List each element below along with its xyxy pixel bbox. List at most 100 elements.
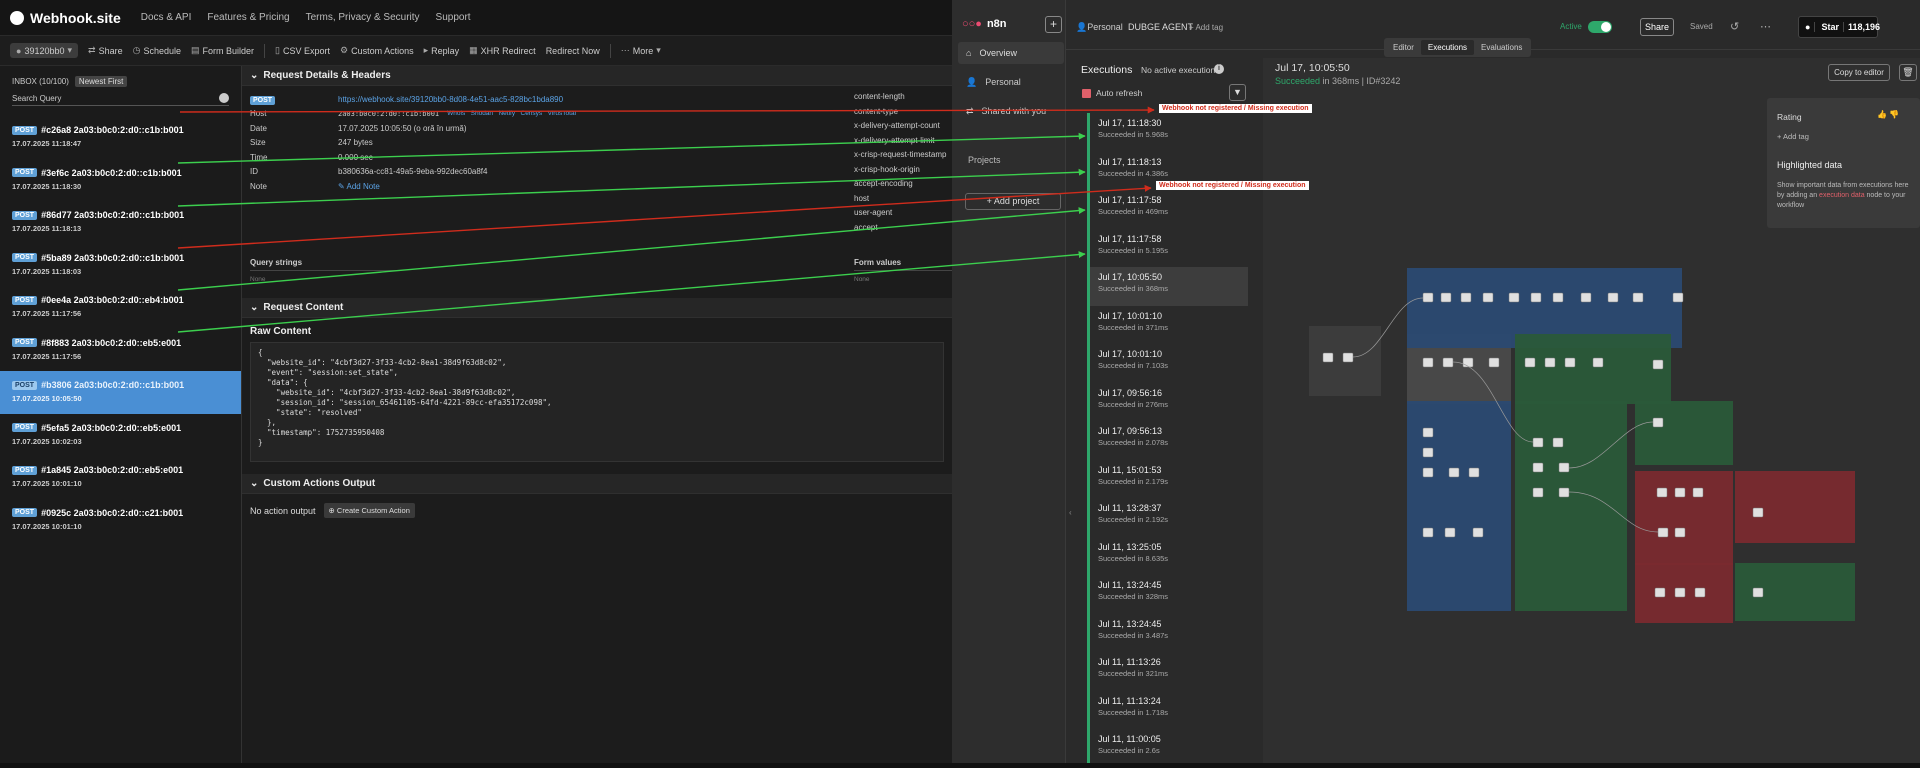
workflow-node (1444, 527, 1456, 538)
share-workflow-button[interactable]: Share (1640, 18, 1674, 36)
n8n-logo[interactable]: ○○● n8n (962, 18, 1007, 30)
workflow-node (1532, 437, 1544, 448)
create-custom-action-button[interactable]: ⊕ Create Custom Action (323, 503, 415, 518)
redirect-now-button[interactable]: Redirect Now (546, 46, 600, 56)
collapse-sidebar-icon[interactable]: ‹ (1069, 508, 1072, 517)
request-id: #b3806 2a03:b0c0:2:d0::c1b:b001 (41, 380, 185, 390)
share-button[interactable]: ⇄ Share (88, 45, 123, 56)
execution-item[interactable]: Jul 17, 11:17:58 Succeeded in 469ms (1090, 190, 1247, 229)
filter-icon[interactable]: ▼ (1229, 84, 1246, 101)
breadcrumb-owner[interactable]: 👤Personal (1076, 22, 1123, 33)
tab-editor[interactable]: Editor (1386, 40, 1421, 55)
github-star-button[interactable]: ● Star 118,196 (1798, 16, 1880, 38)
execution-item-status: Succeeded in 5.195s (1098, 245, 1169, 255)
execution-item[interactable]: Jul 11, 13:28:37 Succeeded in 2.192s (1090, 498, 1247, 537)
more-icon: ⋯ (620, 45, 630, 55)
host-key: Host (250, 109, 267, 119)
nav-terms[interactable]: Terms, Privacy & Security (306, 12, 420, 23)
request-list-item[interactable]: POST #0ee4a 2a03:b0c0:2:d0::eb4:b001 17.07… (0, 286, 241, 329)
help-icon[interactable]: ? (219, 93, 229, 103)
execution-canvas[interactable]: Jul 17, 10:05:50 Succeeded in 368ms | ID… (1263, 58, 1920, 763)
host-lookup-links[interactable]: Whois Shodan Netify Censys VirusTotal (447, 110, 576, 117)
request-list-item[interactable]: POST #5ba89 2a03:b0c0:2:d0::c1b:b001 17.07… (0, 244, 241, 287)
info-icon[interactable]: i (1214, 64, 1224, 74)
execution-item[interactable]: Jul 17, 11:17:58 Succeeded in 5.195s (1090, 229, 1247, 268)
execution-item[interactable]: Jul 17, 10:05:50 Succeeded in 368ms (1090, 267, 1248, 306)
token-selector[interactable]: ● 39120bb0 ▾ (10, 43, 79, 58)
active-toggle[interactable] (1588, 21, 1612, 33)
request-id: #1a845 2a03:b0c0:2:d0::eb5:e001 (41, 465, 184, 475)
nav-overview[interactable]: ⌂ Overview (958, 42, 1064, 64)
execution-item-time: Jul 11, 13:28:37 (1098, 503, 1162, 513)
workflow-node (1652, 417, 1664, 428)
request-list-item[interactable]: POST #5efa5 2a03:b0c0:2:d0::eb5:e001 17.07… (0, 414, 241, 457)
form-builder-button[interactable]: ▤ Form Builder (191, 45, 254, 56)
executions-title: Executions (1081, 64, 1133, 76)
nav-docs[interactable]: Docs & API (141, 12, 192, 23)
add-note-link[interactable]: ✎ Add Note (338, 182, 380, 191)
sort-order-button[interactable]: Newest First (74, 76, 128, 87)
search-query-field[interactable]: Search Query ? (12, 93, 229, 106)
header-name: accept (854, 222, 878, 232)
execution-item[interactable]: Jul 17, 10:01:10 Succeeded in 371ms (1090, 306, 1247, 345)
workflow-node (1422, 447, 1434, 458)
nav-features[interactable]: Features & Pricing (207, 12, 289, 23)
request-list-item[interactable]: POST #3ef6c 2a03:b0c0:2:d0::c1b:b001 17.07… (0, 159, 241, 202)
add-tag-button[interactable]: + Add tag (1189, 23, 1223, 32)
execution-item[interactable]: Jul 17, 11:18:30 Succeeded in 5.968s (1090, 113, 1247, 152)
request-list-item[interactable]: POST #8f883 2a03:b0c0:2:d0::eb5:e001 17.07… (0, 329, 241, 372)
execution-item[interactable]: Jul 11, 13:25:05 Succeeded in 8.635s (1090, 537, 1247, 576)
workflow-name[interactable]: DUBGE AGENT (1128, 22, 1193, 32)
custom-actions-button[interactable]: ⚙ Custom Actions (340, 45, 414, 56)
date-row: Date 17.07.2025 10:05:50 (o oră în urmă) (250, 121, 952, 136)
auto-refresh-toggle[interactable]: Auto refresh (1082, 88, 1142, 98)
raw-content-box[interactable]: { "website_id": "4cbf3d27-3f33-4cb2-8ea1… (250, 342, 944, 462)
execution-item[interactable]: Jul 11, 11:13:26 Succeeded in 321ms (1090, 652, 1247, 691)
request-content-header[interactable]: ⌄ Request Content (242, 298, 952, 318)
url-key: POST (250, 95, 338, 105)
request-url[interactable]: https://webhook.site/39120bb0-8d08-4e51-… (338, 95, 563, 104)
chevron-down-icon: ⌄ (250, 70, 259, 81)
home-icon: ⌂ (966, 48, 972, 58)
tab-executions[interactable]: Executions (1420, 40, 1475, 55)
nav-shared[interactable]: ⇄ Shared with you (958, 100, 1064, 122)
request-list-item[interactable]: POST #c26a8 2a03:b0c0:2:d0::c1b:b001 17.07… (0, 116, 241, 159)
execution-item[interactable]: Jul 17, 09:56:16 Succeeded in 276ms (1090, 383, 1247, 422)
execution-item[interactable]: Jul 11, 11:00:05 Succeeded in 2.6s (1090, 729, 1247, 768)
nav-support[interactable]: Support (436, 12, 471, 23)
execution-item[interactable]: Jul 11, 13:24:45 Succeeded in 328ms (1090, 575, 1247, 614)
workflow-node (1694, 587, 1706, 598)
request-list-item[interactable]: POST #b3806 2a03:b0c0:2:d0::c1b:b001 17.07… (0, 371, 241, 414)
workflow-node (1460, 292, 1472, 303)
add-project-button[interactable]: + Add project (965, 193, 1061, 210)
execution-item-status: Succeeded in 5.968s (1098, 130, 1169, 139)
workflow-node (1654, 587, 1666, 598)
more-options-icon[interactable]: ⋯ (1760, 20, 1771, 33)
auto-refresh-checkbox[interactable] (1082, 88, 1091, 98)
workflow-node (1544, 357, 1556, 368)
request-list-item[interactable]: POST #86d77 2a03:b0c0:2:d0::c1b:b001 17.07… (0, 201, 241, 244)
request-details-header[interactable]: ⌄ Request Details & Headers (242, 66, 952, 86)
execution-item[interactable]: Jul 17, 10:01:10 Succeeded in 7.103s (1090, 344, 1247, 383)
request-list-item[interactable]: POST #1a845 2a03:b0c0:2:d0::eb5:e001 17.07… (0, 456, 241, 499)
xhr-redirect-button[interactable]: ▦ XHR Redirect (469, 45, 536, 56)
csv-export-button[interactable]: ▯ CSV Export (275, 45, 330, 56)
execution-item[interactable]: Jul 11, 11:13:24 Succeeded in 1.718s (1090, 691, 1247, 730)
custom-actions-header[interactable]: ⌄ Custom Actions Output (242, 474, 952, 494)
id-row: ID b380636a-cc81-49a5-9eba-992dec60a8f4 (250, 165, 952, 180)
nav-personal[interactable]: 👤 Personal (958, 71, 1064, 93)
note-key: Note (250, 181, 267, 191)
execution-item[interactable]: Jul 11, 13:24:45 Succeeded in 3.487s (1090, 614, 1247, 653)
execution-item[interactable]: Jul 17, 09:56:13 Succeeded in 2.078s (1090, 421, 1247, 460)
more-button[interactable]: ⋯ More ▾ (621, 45, 661, 56)
replay-button[interactable]: ▸ Replay (424, 45, 460, 56)
request-list-item[interactable]: POST #0925c 2a03:b0c0:2:d0::c21:b001 17.07… (0, 499, 241, 542)
create-button[interactable]: + (1045, 16, 1062, 33)
header-name: accept-encoding (854, 179, 913, 188)
share-label: Share (98, 45, 123, 56)
webhook-logo[interactable]: Webhook.site (10, 10, 121, 26)
tab-evaluations[interactable]: Evaluations (1474, 40, 1529, 55)
schedule-button[interactable]: ◷ Schedule (133, 45, 181, 56)
history-icon[interactable]: ↺ (1730, 20, 1739, 33)
execution-item[interactable]: Jul 11, 15:01:53 Succeeded in 2.179s (1090, 460, 1247, 499)
